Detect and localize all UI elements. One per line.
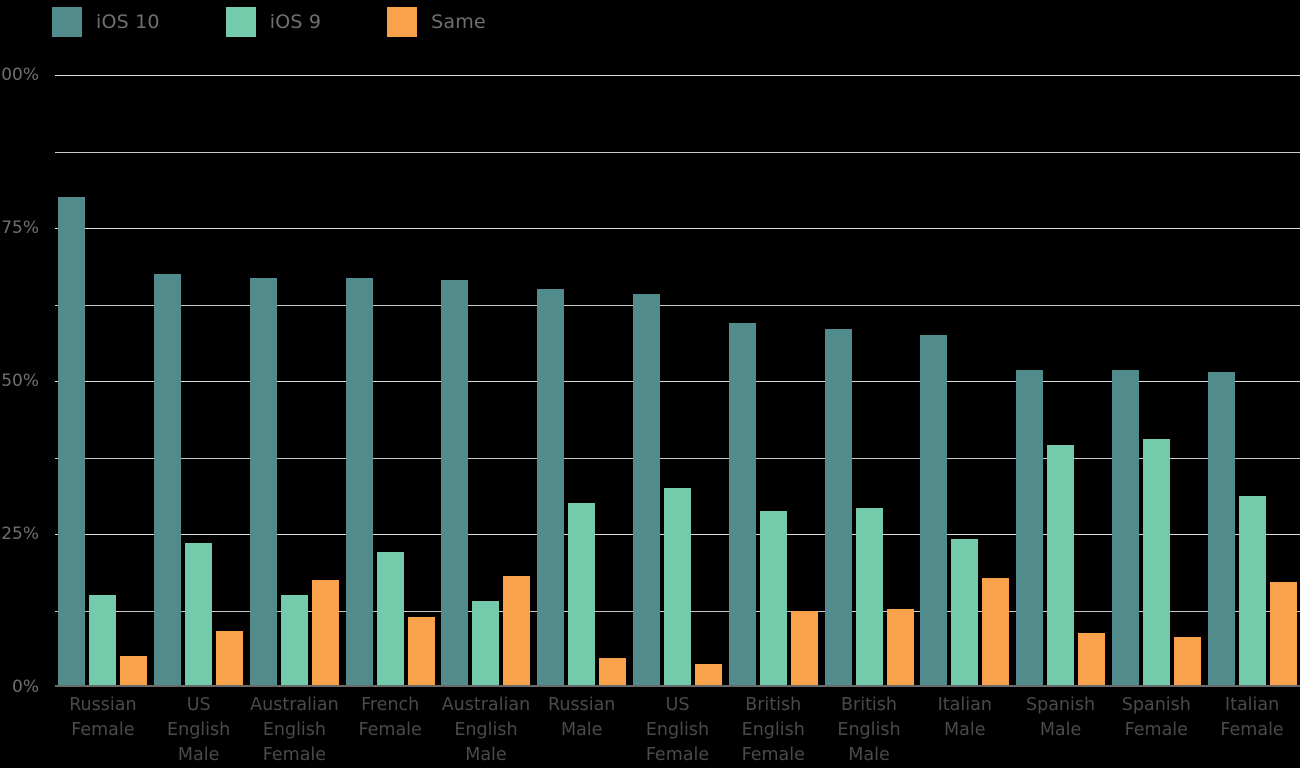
bar-ios-9[interactable] (568, 503, 596, 687)
bar-ios-9[interactable] (1047, 445, 1075, 687)
legend-item-ios-9[interactable]: iOS 9 (225, 7, 322, 37)
bar-same[interactable] (790, 610, 818, 687)
bar-same[interactable] (694, 663, 722, 687)
legend-swatch-icon (225, 7, 256, 37)
bar-ios-9[interactable] (280, 595, 308, 687)
x-axis-category-label: US English Female (645, 695, 710, 765)
x-axis-category-label: Australian English Female (250, 695, 339, 765)
bar-ios-9[interactable] (1142, 439, 1170, 687)
x-axis-category-label: Russian Female (69, 695, 137, 740)
bar-ios-9[interactable] (855, 508, 883, 687)
bar-same[interactable] (599, 657, 627, 687)
bar-ios-9[interactable] (185, 543, 213, 687)
y-axis-tick-label: 100% (0, 65, 39, 85)
legend-item-ios-10[interactable]: iOS 10 (52, 7, 160, 37)
bar-same[interactable] (120, 656, 148, 687)
bar-ios-10[interactable] (1111, 369, 1139, 687)
bar-group (725, 75, 821, 687)
bar-group (821, 75, 917, 687)
bar-ios-10[interactable] (537, 289, 565, 687)
x-axis-category-label: Italian Female (1220, 695, 1284, 740)
bar-group (1013, 75, 1109, 687)
legend-label: iOS 9 (269, 11, 322, 33)
y-axis-tick-label: 75% (1, 218, 39, 238)
bar-group (917, 75, 1013, 687)
x-axis-category-label: Spanish Female (1121, 695, 1191, 740)
bar-ios-10[interactable] (249, 278, 277, 687)
x-axis-category-label: US English Male (167, 695, 231, 765)
y-axis-tick-label: 0% (12, 677, 39, 697)
chart-legend: iOS 10 iOS 9 Same (52, 4, 552, 40)
bar-ios-10[interactable] (58, 197, 86, 687)
bar-group (151, 75, 247, 687)
bar-same[interactable] (982, 578, 1010, 687)
bar-ios-9[interactable] (472, 601, 500, 687)
x-axis-category-label: Spanish Male (1025, 695, 1096, 740)
bar-ios-10[interactable] (1016, 369, 1044, 687)
bar-ios-10[interactable] (824, 328, 852, 687)
bar-group (1204, 75, 1300, 687)
bar-ios-9[interactable] (951, 538, 979, 687)
y-axis-tick-label: 50% (1, 371, 39, 391)
bar-group (438, 75, 534, 687)
bar-group (630, 75, 726, 687)
x-axis-category-label: Italian Male (937, 695, 992, 740)
legend-swatch-icon (52, 7, 82, 37)
bar-group (55, 75, 151, 687)
bar-group (1108, 75, 1204, 687)
y-axis-tick-label: 25% (1, 524, 39, 544)
x-axis-category-label: British English Female (741, 695, 805, 765)
bar-same[interactable] (886, 608, 914, 687)
bar-groups (55, 75, 1300, 687)
bar-same[interactable] (407, 616, 435, 687)
bar-group (342, 75, 438, 687)
bar-ios-9[interactable] (89, 595, 117, 687)
bar-ios-9[interactable] (759, 510, 787, 687)
bar-ios-10[interactable] (1207, 371, 1235, 687)
bar-ios-9[interactable] (376, 552, 404, 687)
bar-ios-10[interactable] (920, 335, 948, 687)
bar-ios-10[interactable] (728, 322, 756, 687)
bar-ios-10[interactable] (345, 278, 373, 687)
bar-ios-10[interactable] (441, 280, 469, 687)
bar-same[interactable] (503, 575, 531, 687)
bar-same[interactable] (1173, 636, 1201, 687)
legend-label: iOS 10 (96, 11, 160, 33)
legend-item-same[interactable]: Same (387, 7, 486, 37)
x-axis-category-label: Australian English Male (441, 695, 531, 765)
bar-same[interactable] (216, 630, 244, 687)
bar-chart: iOS 10 iOS 9 Same 100% 75% 50% 25% 0% Russian … (0, 0, 1300, 765)
x-axis-category-label: British English Male (837, 695, 901, 765)
bar-group (534, 75, 630, 687)
bar-ios-9[interactable] (663, 488, 691, 687)
legend-label: Same (431, 11, 486, 33)
x-axis-labels: Russian Female US English Male Australian … (55, 693, 1300, 768)
x-axis-category-label: French Female (358, 695, 422, 740)
bar-same[interactable] (1269, 581, 1297, 687)
plot-area (55, 75, 1300, 687)
bar-ios-10[interactable] (632, 294, 660, 687)
bar-group (247, 75, 343, 687)
x-axis-category-label: Russian Male (548, 695, 616, 740)
legend-swatch-icon (387, 7, 418, 37)
bar-same[interactable] (311, 579, 339, 687)
bar-ios-10[interactable] (154, 273, 182, 687)
axis-baseline (55, 685, 1300, 687)
bar-ios-9[interactable] (1238, 496, 1266, 687)
bar-same[interactable] (1078, 633, 1106, 687)
